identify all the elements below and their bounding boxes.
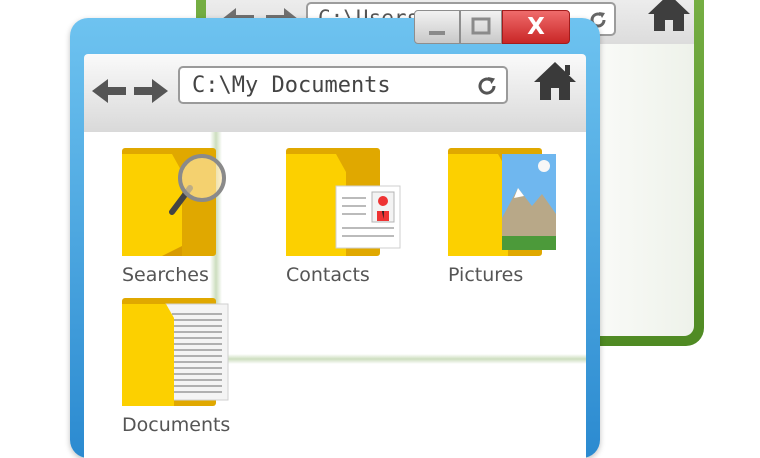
folder-search-icon	[122, 148, 226, 256]
minimize-button[interactable]	[414, 10, 460, 44]
folder-label: Pictures	[448, 264, 524, 286]
address-bar[interactable]: C:\My Documents	[178, 66, 508, 104]
back-window-shadow-bottom	[210, 354, 586, 364]
close-icon: X	[527, 14, 545, 40]
nav-arrows	[92, 79, 168, 103]
maximize-button[interactable]	[460, 10, 502, 44]
folder-searches[interactable]: Searches	[122, 148, 262, 288]
folder-label: Contacts	[286, 264, 370, 286]
home-icon[interactable]	[532, 60, 578, 102]
maximize-icon	[471, 17, 491, 35]
folder-label: Documents	[122, 414, 231, 436]
front-explorer-window[interactable]: C:\My Documents Searches Contacts Pictur…	[70, 18, 600, 458]
close-button[interactable]: X	[502, 10, 570, 44]
folder-view: Searches Contacts Pictures Documents	[84, 132, 586, 458]
folder-label: Searches	[122, 264, 209, 286]
front-toolbar: C:\My Documents	[84, 54, 586, 132]
folder-contact-icon	[286, 148, 401, 256]
folder-documents[interactable]: Documents	[122, 298, 262, 438]
folder-contacts[interactable]: Contacts	[286, 148, 426, 288]
back-home-icon[interactable]	[646, 0, 692, 32]
window-controls: X	[414, 10, 570, 44]
minimize-icon	[429, 31, 445, 35]
forward-arrow-icon[interactable]	[134, 79, 168, 103]
folder-document-icon	[122, 298, 229, 406]
folder-pictures[interactable]: Pictures	[448, 148, 588, 288]
back-arrow-icon[interactable]	[92, 79, 126, 103]
refresh-icon[interactable]	[476, 75, 498, 97]
folder-picture-icon	[448, 148, 556, 256]
address-text: C:\My Documents	[192, 73, 391, 98]
